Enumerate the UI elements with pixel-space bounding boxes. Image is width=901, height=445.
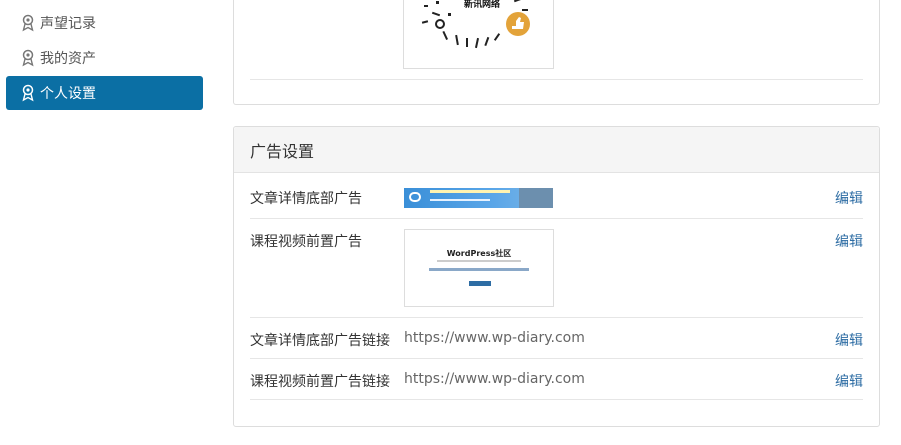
row-label: 文章详情底部广告 [250,191,362,207]
sidebar-item-label: 声望记录 [40,16,96,32]
edit-button[interactable]: 编辑 [835,231,863,251]
award-icon [20,84,36,102]
sidebar-item-label: 我的资产 [40,51,96,67]
poster-title: WordPress社区 [446,249,512,258]
edit-button[interactable]: 编辑 [835,330,863,350]
row-label: 课程视频前置广告链接 [250,374,390,390]
qr-code-image: 新讯网络 [403,0,554,69]
ad-row-course-link: 课程视频前置广告链接 https://www.wp-diary.com 编辑 [250,359,863,400]
award-icon [20,49,36,67]
sidebar-item-label: 个人设置 [40,86,96,102]
row-label: 文章详情底部广告链接 [250,333,390,349]
sidebar-item-reputation[interactable]: 声望记录 [6,6,203,40]
edit-button[interactable]: 编辑 [835,188,863,208]
card-title: 广告设置 [234,127,879,173]
award-icon [20,14,36,32]
sidebar: 声望记录 我的资产 个人设置 [0,0,210,445]
row-label: 课程视频前置广告 [250,234,362,250]
ad-row-article-bottom: 文章详情底部广告 编辑 [250,174,863,219]
divider [250,79,863,80]
ad-settings-card: 广告设置 文章详情底部广告 编辑 课程视频前置广告 WordPress社区 编辑… [233,126,880,427]
poster-ad-image: WordPress社区 [404,229,554,307]
ad-row-course-video: 课程视频前置广告 WordPress社区 编辑 [250,219,863,318]
edit-button[interactable]: 编辑 [835,371,863,391]
qr-caption: 新讯网络 [464,0,500,10]
banner-ad-image [404,188,553,208]
link-value: https://www.wp-diary.com [404,371,585,387]
sidebar-item-settings[interactable]: 个人设置 [6,76,203,110]
link-value: https://www.wp-diary.com [404,330,585,346]
profile-panel: 新讯网络 [233,0,880,105]
sidebar-item-assets[interactable]: 我的资产 [6,41,203,75]
ad-row-article-link: 文章详情底部广告链接 https://www.wp-diary.com 编辑 [250,318,863,359]
